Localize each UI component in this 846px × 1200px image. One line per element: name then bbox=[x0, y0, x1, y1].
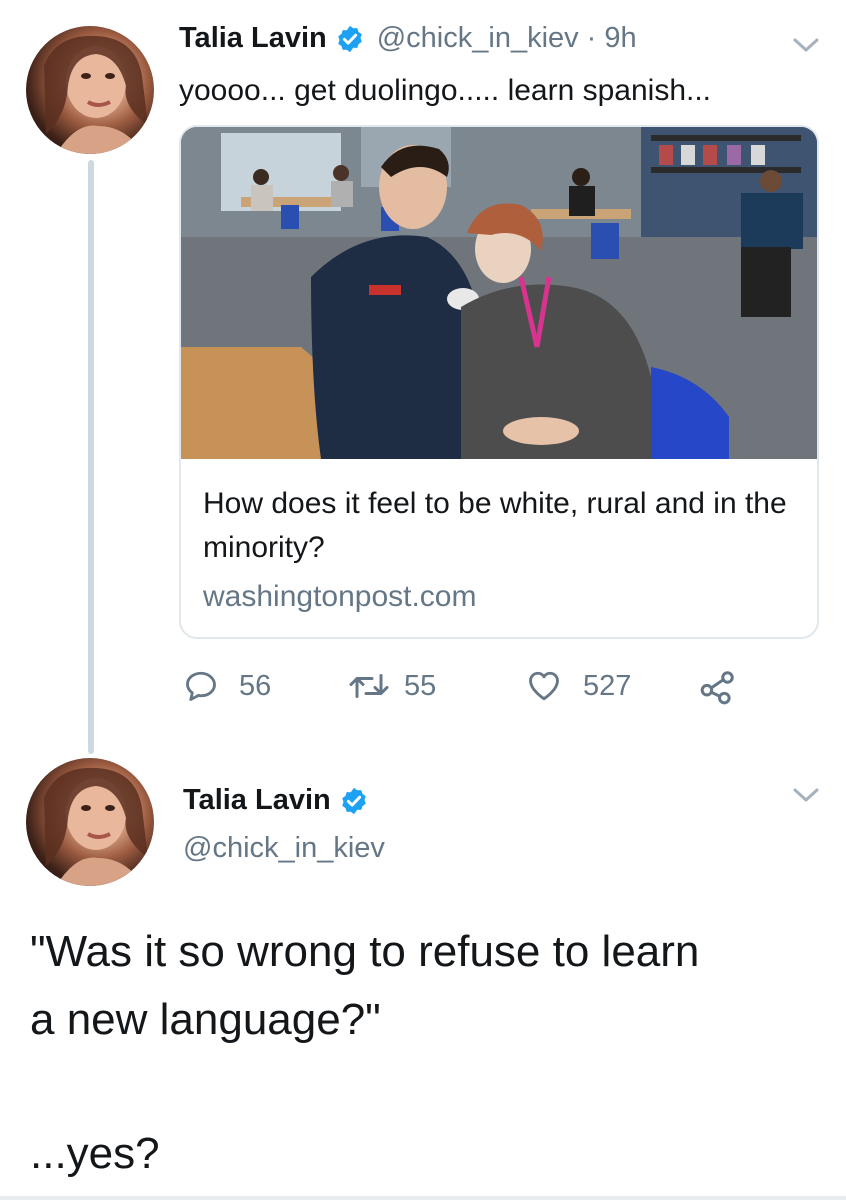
avatar-photo bbox=[44, 767, 148, 886]
avatar-photo bbox=[44, 35, 148, 154]
card-title: How does it feel to be white, rural and … bbox=[203, 487, 787, 564]
separator-dot: · bbox=[586, 22, 597, 54]
tweet-header: Talia Lavin bbox=[183, 784, 369, 817]
news-photo bbox=[181, 127, 817, 459]
tweet-text-line: ...yes? bbox=[30, 1129, 160, 1178]
author-handle[interactable]: @chick_in_kiev bbox=[377, 22, 579, 55]
avatar[interactable] bbox=[26, 26, 154, 154]
chevron-down-icon[interactable] bbox=[792, 36, 820, 54]
verified-badge-icon bbox=[337, 25, 362, 52]
tweet-text-line: "Was it so wrong to refuse to learn bbox=[30, 927, 700, 976]
chevron-down-icon[interactable] bbox=[792, 786, 820, 804]
author-name[interactable]: Talia Lavin bbox=[179, 22, 327, 55]
like-count: 527 bbox=[583, 669, 632, 702]
author-handle[interactable]: @chick_in_kiev bbox=[183, 832, 385, 865]
reply-button[interactable]: 56 bbox=[183, 668, 271, 704]
link-card[interactable]: How does it feel to be white, rural and … bbox=[179, 125, 819, 639]
author-name[interactable]: Talia Lavin bbox=[183, 784, 331, 817]
retweet-count: 55 bbox=[404, 669, 437, 702]
share-button[interactable] bbox=[698, 668, 738, 706]
tweet-text: yoooo... get duolingo..... learn spanish… bbox=[179, 74, 712, 107]
retweet-icon bbox=[349, 674, 389, 698]
card-domain: washingtonpost.com bbox=[203, 580, 477, 613]
thread-connector-line bbox=[88, 160, 94, 754]
reply-count: 56 bbox=[239, 669, 272, 702]
tweet-header: Talia Lavin @chick_in_kiev · 9h bbox=[179, 22, 637, 55]
like-icon bbox=[529, 671, 559, 701]
tweet-text-line: a new language?" bbox=[30, 995, 381, 1044]
tweet-time[interactable]: 9h bbox=[604, 22, 636, 55]
avatar[interactable] bbox=[26, 758, 154, 886]
share-icon bbox=[700, 671, 734, 705]
reply-icon bbox=[186, 671, 216, 701]
like-button[interactable]: 527 bbox=[525, 668, 631, 704]
divider bbox=[0, 1196, 846, 1200]
verified-badge-icon bbox=[341, 787, 366, 814]
retweet-button[interactable]: 55 bbox=[348, 668, 436, 704]
